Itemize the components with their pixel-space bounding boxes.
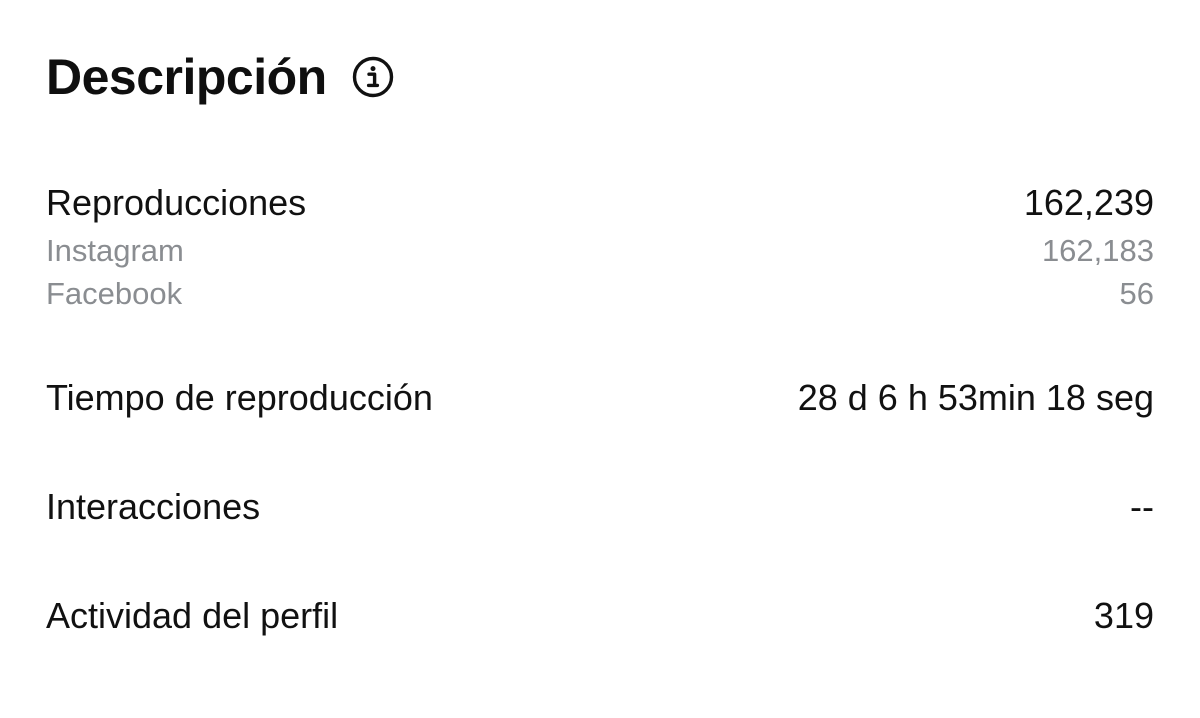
metric-value: 162,239 bbox=[1023, 182, 1154, 223]
metric-sublabel: Facebook bbox=[46, 276, 183, 311]
metric-value: 319 bbox=[1093, 595, 1154, 636]
section-header: Descripción bbox=[46, 44, 395, 110]
metric-subrow-facebook: Facebook 56 bbox=[46, 274, 1154, 314]
metric-subvalue: 56 bbox=[1119, 276, 1154, 311]
overview-panel: Descripción Reproducciones 162,239 Insta… bbox=[46, 0, 1154, 718]
metric-value: 28 d 6 h 53min 18 seg bbox=[797, 377, 1154, 418]
metric-row-profile-activity: Actividad del perfil 319 bbox=[46, 594, 1154, 638]
metric-subvalue: 162,183 bbox=[1041, 233, 1154, 268]
info-circle-icon[interactable] bbox=[351, 55, 395, 99]
metric-row-plays: Reproducciones 162,239 bbox=[46, 181, 1154, 225]
metric-row-watch-time: Tiempo de reproducción 28 d 6 h 53min 18… bbox=[46, 376, 1154, 420]
section-title: Descripción bbox=[46, 49, 327, 105]
metric-row-interactions: Interacciones -- bbox=[46, 485, 1154, 529]
metric-label: Reproducciones bbox=[46, 182, 307, 223]
metric-subrow-instagram: Instagram 162,183 bbox=[46, 231, 1154, 271]
metric-label: Actividad del perfil bbox=[46, 595, 339, 636]
metric-label: Interacciones bbox=[46, 486, 261, 527]
metric-label: Tiempo de reproducción bbox=[46, 377, 433, 418]
metric-value: -- bbox=[1130, 486, 1154, 527]
metric-sublabel: Instagram bbox=[46, 233, 184, 268]
